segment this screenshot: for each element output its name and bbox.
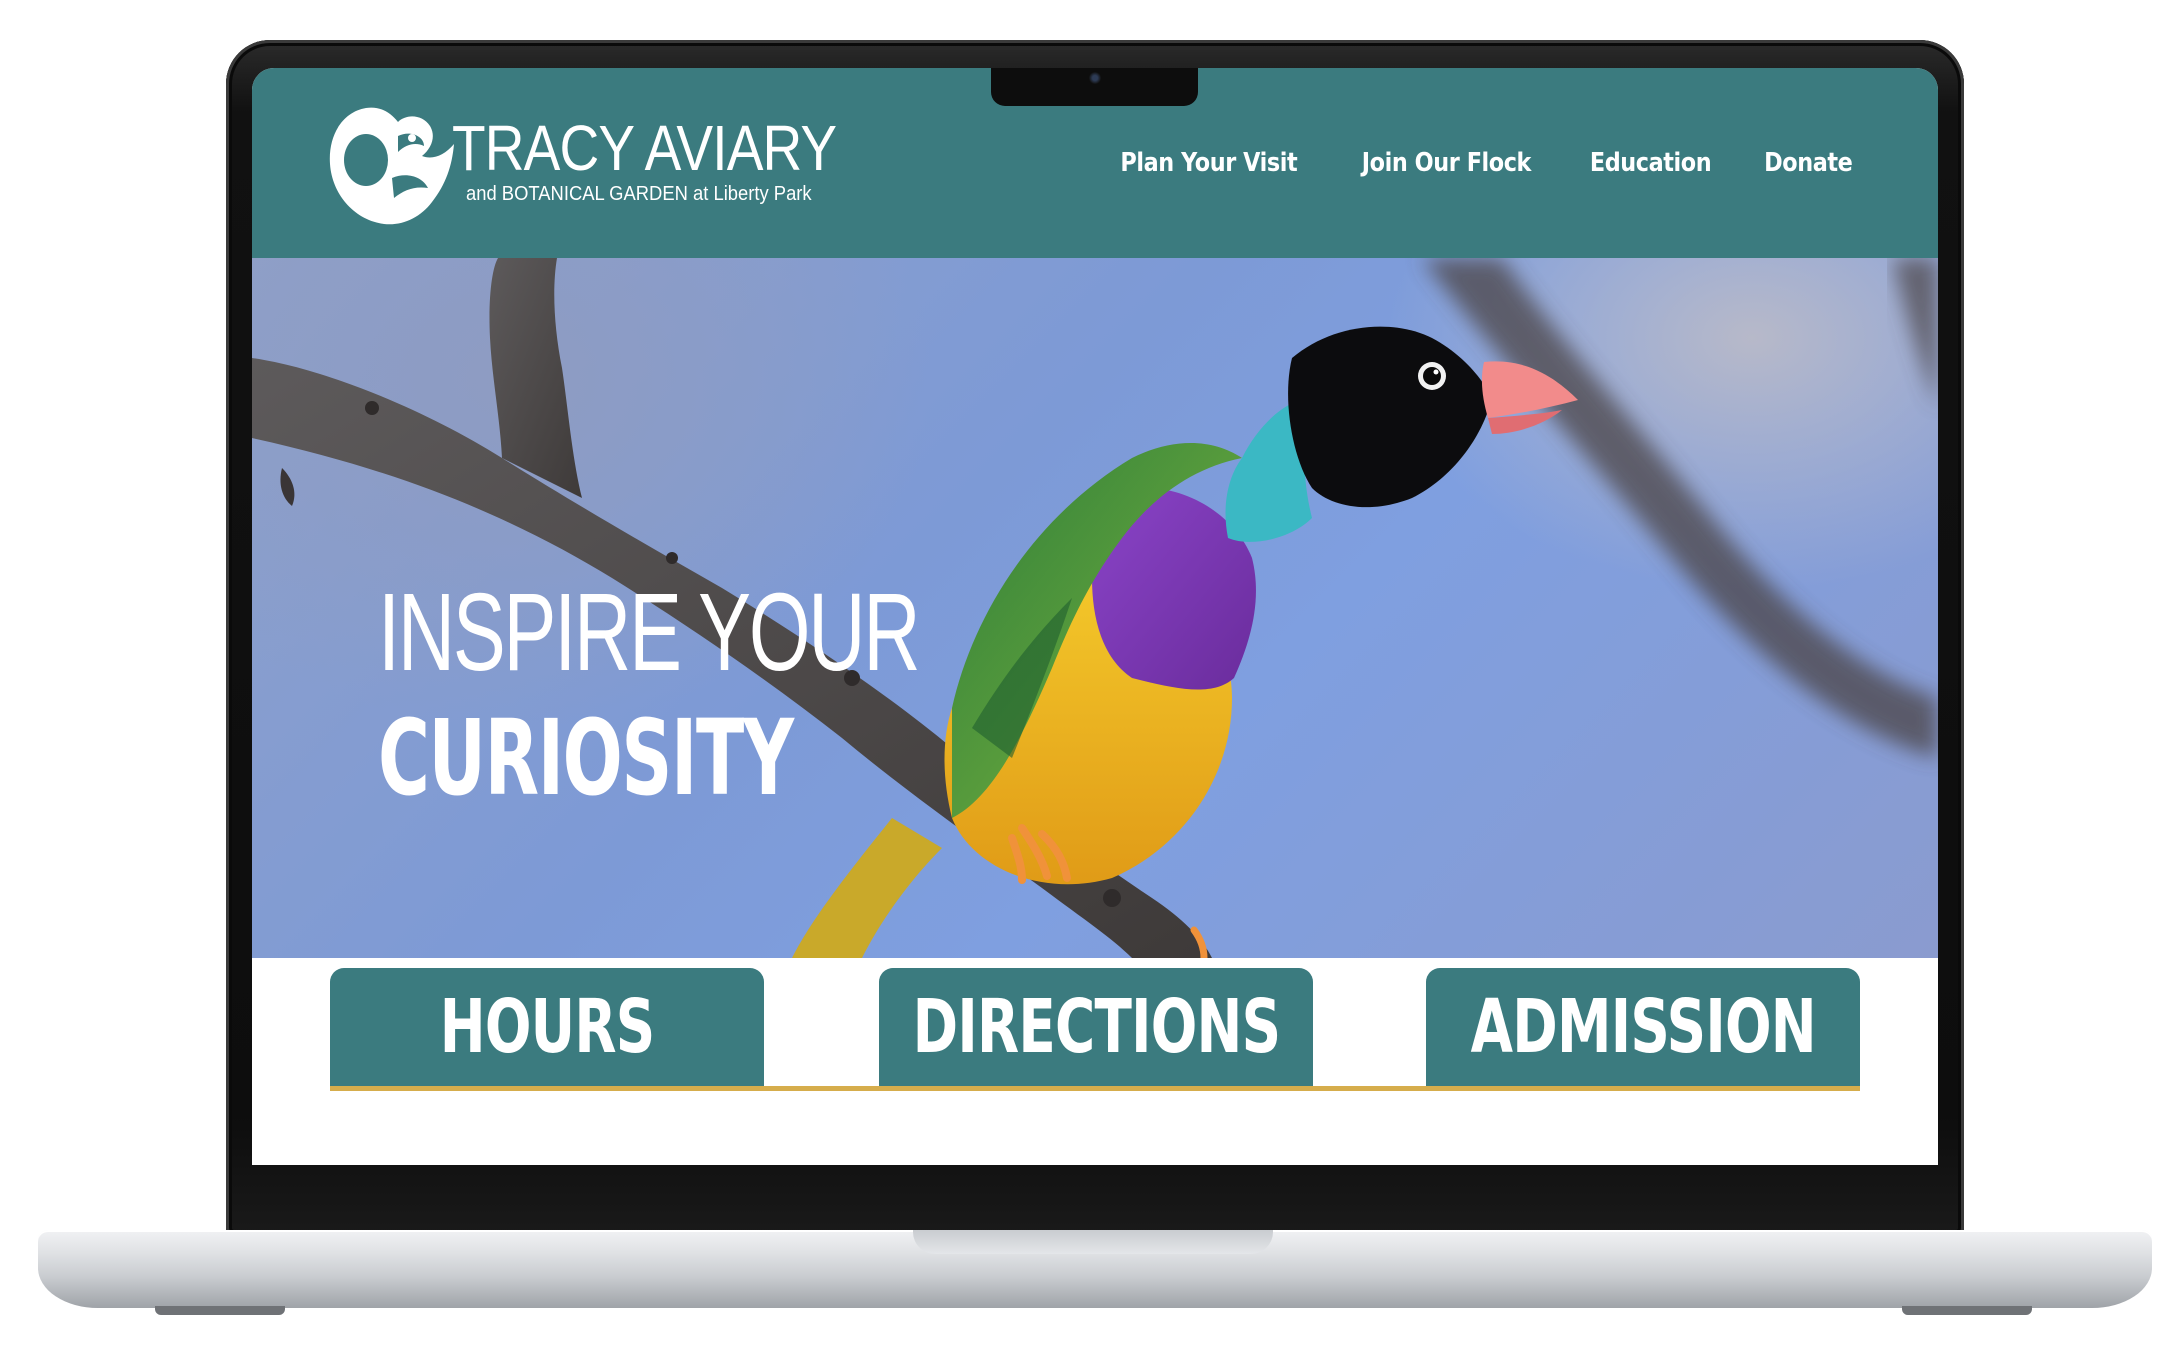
- gold-divider: [330, 1086, 1860, 1091]
- admission-button-label: ADMISSION: [1470, 984, 1816, 1070]
- hero-headline-line1: INSPIRE YOUR: [378, 571, 921, 694]
- main-nav: Plan Your Visit Join Our Flock Education…: [1106, 148, 1860, 178]
- hours-button-label: HOURS: [439, 984, 656, 1070]
- directions-button[interactable]: DIRECTIONS: [879, 968, 1313, 1086]
- logo-title: TRACY AVIARY: [452, 112, 837, 184]
- admission-button[interactable]: ADMISSION: [1426, 968, 1860, 1086]
- laptop-screen: TRACY AVIARY and BOTANICAL GARDEN at Lib…: [252, 68, 1938, 1165]
- nav-education[interactable]: Education: [1590, 148, 1712, 178]
- hero-banner: INSPIRE YOUR CURIOSITY: [252, 258, 1938, 958]
- laptop-foot-left: [155, 1306, 285, 1315]
- nav-donate[interactable]: Donate: [1765, 148, 1854, 178]
- logo-subtitle: and BOTANICAL GARDEN at Liberty Park: [466, 183, 812, 205]
- nav-plan-your-visit[interactable]: Plan Your Visit: [1120, 148, 1297, 178]
- bird-logo-icon: [329, 107, 454, 225]
- quick-links: HOURS DIRECTIONS ADMISSION: [330, 968, 1860, 1092]
- camera-icon: [1089, 72, 1101, 84]
- directions-button-label: DIRECTIONS: [912, 984, 1280, 1070]
- hero-headline-line2: CURIOSITY: [378, 697, 794, 819]
- hours-button[interactable]: HOURS: [330, 968, 764, 1086]
- site-logo[interactable]: TRACY AVIARY and BOTANICAL GARDEN at Lib…: [328, 102, 848, 232]
- laptop-foot-right: [1902, 1306, 2032, 1315]
- nav-join-our-flock[interactable]: Join Our Flock: [1361, 148, 1531, 178]
- laptop-opening-notch: [913, 1230, 1273, 1254]
